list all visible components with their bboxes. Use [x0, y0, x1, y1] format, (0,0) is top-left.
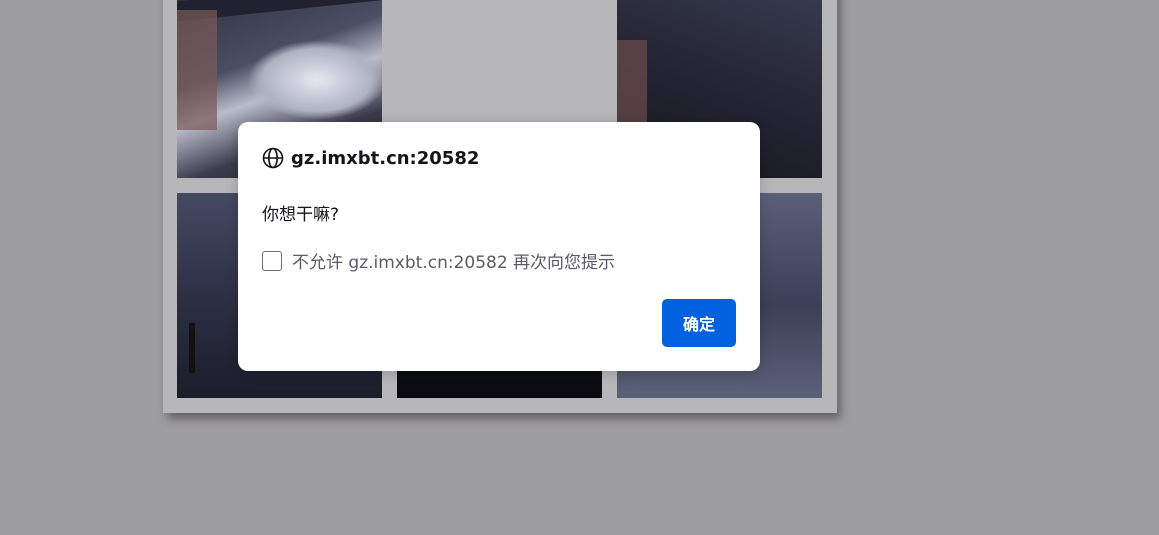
- alert-dialog: gz.imxbt.cn:20582 你想干嘛? 不允许 gz.imxbt.cn:…: [238, 122, 760, 371]
- dialog-title: gz.imxbt.cn:20582: [262, 147, 479, 169]
- ok-button[interactable]: 确定: [662, 299, 736, 347]
- suppress-prompts-option[interactable]: 不允许 gz.imxbt.cn:20582 再次向您提示: [262, 248, 615, 273]
- dialog-origin: gz.imxbt.cn:20582: [291, 147, 480, 169]
- suppress-prompts-label: 不允许 gz.imxbt.cn:20582 再次向您提示: [292, 253, 616, 273]
- suppress-prompts-checkbox[interactable]: [262, 250, 282, 271]
- globe-icon: [262, 147, 284, 169]
- dialog-message: 你想干嘛?: [262, 205, 340, 225]
